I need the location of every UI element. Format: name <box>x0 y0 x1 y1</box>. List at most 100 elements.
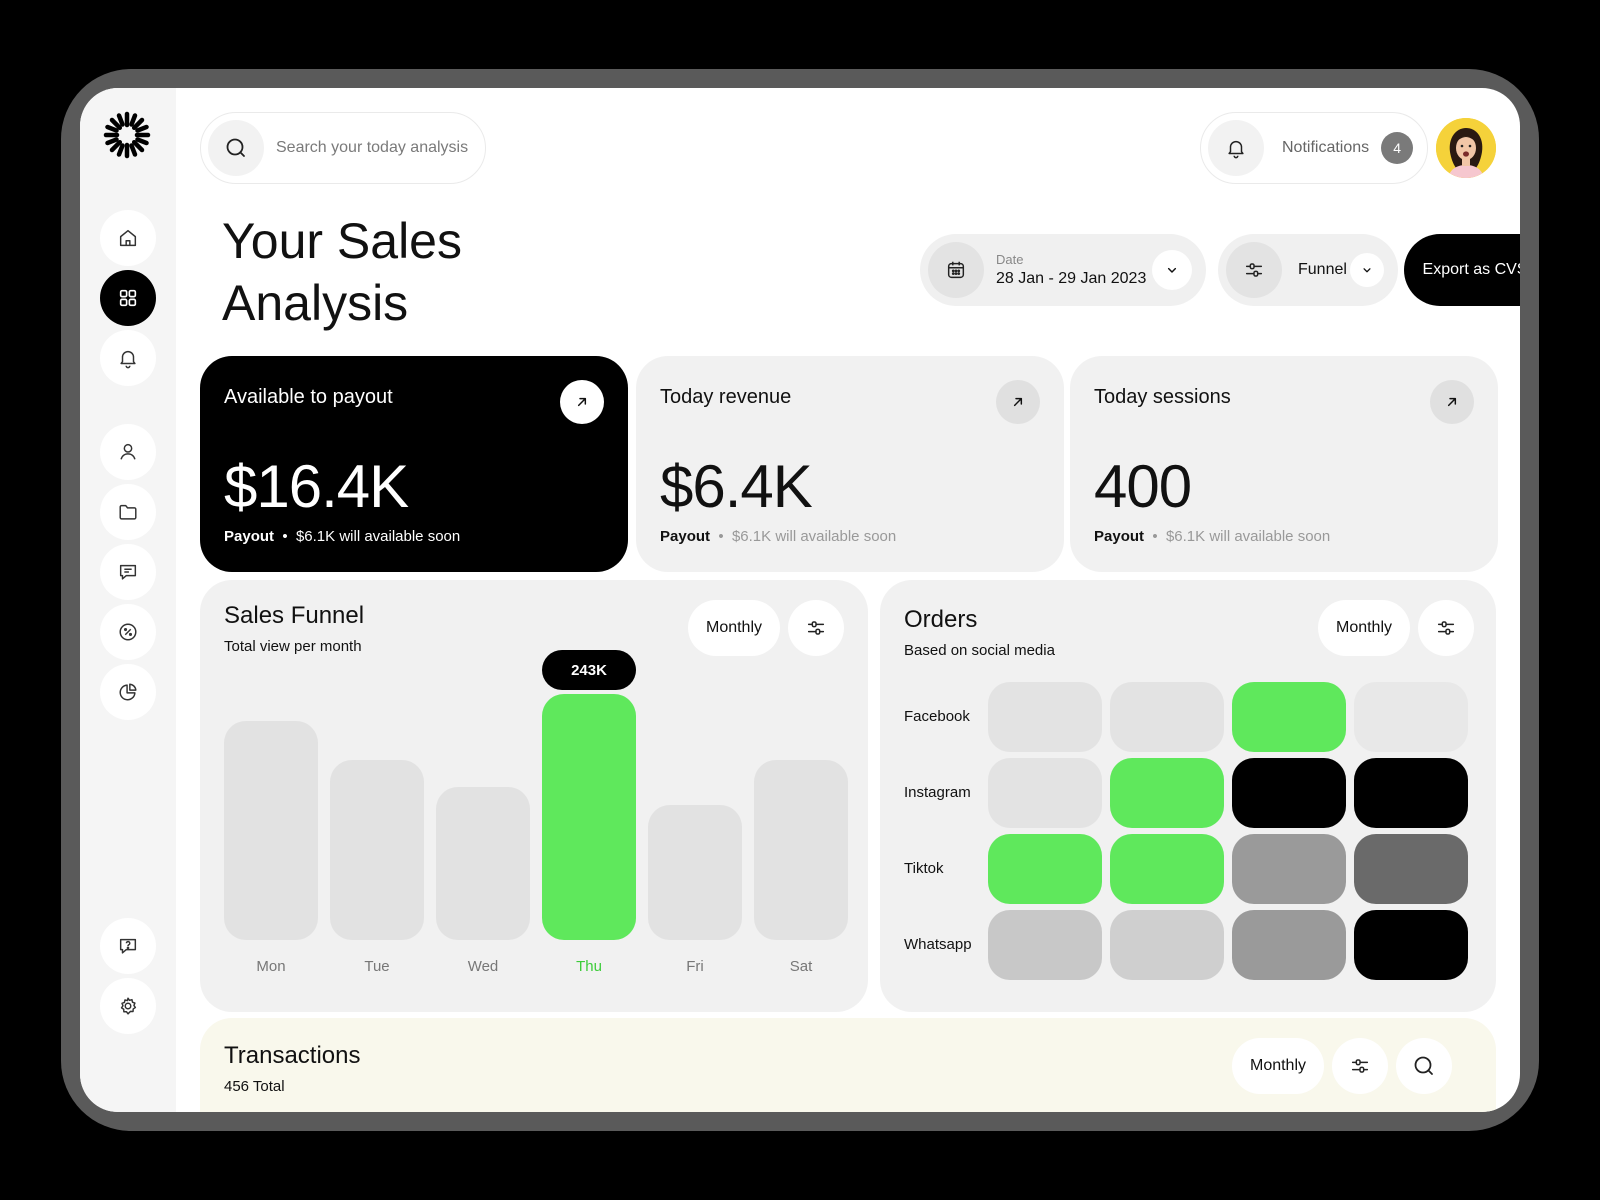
chevron-down-icon <box>1363 268 1371 273</box>
export-button[interactable]: Export as CVS <box>1404 234 1520 306</box>
bar-sat[interactable] <box>754 760 848 940</box>
orders-cell[interactable] <box>988 910 1102 980</box>
nav-profile-button[interactable] <box>100 424 156 480</box>
date-dropdown-button[interactable] <box>1152 250 1192 290</box>
orders-cell[interactable] <box>1110 834 1224 904</box>
pie-chart-icon <box>119 683 137 701</box>
date-text: Date 28 Jan - 29 Jan 2023 <box>996 252 1146 288</box>
stat-footer-dot: • <box>1148 528 1162 545</box>
search-input[interactable] <box>276 139 476 157</box>
orders-panel: Orders Based on social media Monthly Fac… <box>880 580 1496 1012</box>
orders-cell[interactable] <box>1354 758 1468 828</box>
orders-cell[interactable] <box>1354 682 1468 752</box>
stat-open-button[interactable] <box>996 380 1040 424</box>
sliders-icon <box>1437 621 1455 635</box>
orders-cell[interactable] <box>1354 910 1468 980</box>
calendar-icon-wrap <box>928 242 984 298</box>
funnel-dropdown-button[interactable] <box>1350 253 1384 287</box>
funnel-selector[interactable]: Funnel <box>1218 234 1398 306</box>
nav-notifications-button[interactable] <box>100 330 156 386</box>
stat-value: $16.4K <box>224 453 409 520</box>
transactions-search-button[interactable] <box>1396 1038 1452 1094</box>
nav-messages-button[interactable] <box>100 544 156 600</box>
filter-icon-wrap <box>1226 242 1282 298</box>
orders-row-label: Tiktok <box>904 860 944 877</box>
funnel-filter-button[interactable] <box>788 600 844 656</box>
stat-footer-label: Payout <box>224 528 275 545</box>
user-icon <box>120 443 136 460</box>
notifications-button[interactable]: Notifications 4 <box>1200 112 1428 184</box>
user-avatar[interactable] <box>1436 118 1496 178</box>
stat-open-button[interactable] <box>1430 380 1474 424</box>
nav-help-button[interactable] <box>100 918 156 974</box>
orders-cell[interactable] <box>1232 682 1346 752</box>
orders-cell[interactable] <box>988 682 1102 752</box>
bell-icon-wrap <box>1208 120 1264 176</box>
funnel-period-button[interactable]: Monthly <box>688 600 780 656</box>
stat-footer-dot: • <box>278 528 292 545</box>
gear-icon <box>120 997 137 1015</box>
bar-label: Sat <box>789 958 813 975</box>
date-range-picker[interactable]: Date 28 Jan - 29 Jan 2023 <box>920 234 1206 306</box>
brand-logo-icon <box>103 111 151 159</box>
stat-card-revenue: Today revenue $6.4K Payout • $6.1K will … <box>636 356 1064 572</box>
bar-label: Fri <box>686 958 704 975</box>
orders-cell[interactable] <box>1354 834 1468 904</box>
orders-row-label: Whatsapp <box>904 936 972 953</box>
stat-footer: Payout • $6.1K will available soon <box>660 528 896 545</box>
arrow-up-right-icon <box>1013 397 1023 407</box>
search-bar[interactable] <box>200 112 486 184</box>
nav-dashboard-button[interactable] <box>100 270 156 326</box>
orders-filter-button[interactable] <box>1418 600 1474 656</box>
transactions-filter-button[interactable] <box>1332 1038 1388 1094</box>
orders-cell[interactable] <box>988 834 1102 904</box>
transactions-period-button[interactable]: Monthly <box>1232 1038 1324 1094</box>
stat-footer: Payout • $6.1K will available soon <box>224 528 460 545</box>
stat-card-payout: Available to payout $16.4K Payout • $6.1… <box>200 356 628 572</box>
help-icon <box>119 938 137 954</box>
nav-settings-button[interactable] <box>100 978 156 1034</box>
orders-cell[interactable] <box>1232 758 1346 828</box>
bar-label: Thu <box>576 958 602 975</box>
nav-reports-button[interactable] <box>100 664 156 720</box>
stat-title: Today sessions <box>1094 386 1231 408</box>
bar-wed[interactable] <box>436 787 530 940</box>
orders-cell[interactable] <box>988 758 1102 828</box>
bar-mon[interactable] <box>224 721 318 940</box>
folder-icon <box>119 504 137 520</box>
orders-subtitle: Based on social media <box>904 642 1055 659</box>
bar-fri[interactable] <box>648 805 742 940</box>
search-icon <box>1414 1056 1433 1075</box>
bar-tue[interactable] <box>330 760 424 940</box>
export-label: Export as CVS <box>1422 261 1520 278</box>
orders-row-label: Instagram <box>904 784 971 801</box>
stat-value: $6.4K <box>660 453 813 520</box>
orders-cell[interactable] <box>1232 910 1346 980</box>
bar-label: Wed <box>467 958 499 975</box>
sidebar <box>80 88 176 1112</box>
transactions-subtitle: 456 Total <box>224 1078 285 1095</box>
orders-cell[interactable] <box>1110 682 1224 752</box>
app-screen: Notifications 4 Your Sales Analysis <box>80 88 1520 1112</box>
bar-value-tooltip: 243K <box>542 650 636 690</box>
stat-footer: Payout • $6.1K will available soon <box>1094 528 1330 545</box>
orders-title: Orders <box>904 606 978 633</box>
search-icon-button[interactable] <box>208 120 264 176</box>
orders-period-button[interactable]: Monthly <box>1318 600 1410 656</box>
orders-cell[interactable] <box>1110 910 1224 980</box>
message-icon <box>119 564 137 580</box>
home-icon <box>119 229 137 247</box>
orders-cell[interactable] <box>1110 758 1224 828</box>
stat-open-button[interactable] <box>560 380 604 424</box>
nav-home-button[interactable] <box>100 210 156 266</box>
nav-folder-button[interactable] <box>100 484 156 540</box>
percent-icon <box>119 623 137 641</box>
date-label: Date <box>996 252 1024 267</box>
bar-thu[interactable] <box>542 694 636 940</box>
sliders-icon <box>807 621 825 635</box>
search-icon <box>226 138 245 157</box>
avatar-portrait-icon <box>1436 118 1496 178</box>
orders-cell[interactable] <box>1232 834 1346 904</box>
nav-discount-button[interactable] <box>100 604 156 660</box>
stat-footer-dot: • <box>714 528 728 545</box>
